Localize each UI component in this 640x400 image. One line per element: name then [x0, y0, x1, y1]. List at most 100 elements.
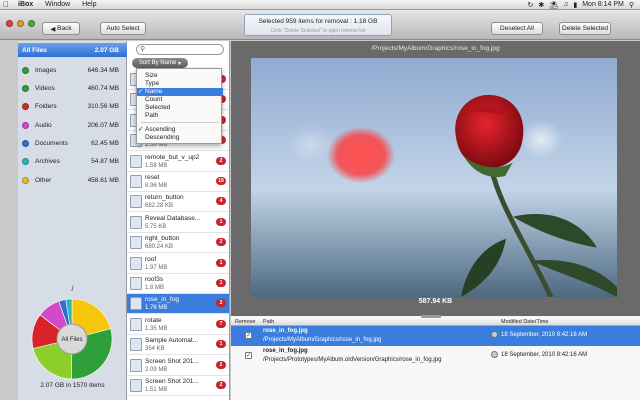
- checkmark-icon: ✓: [138, 88, 144, 95]
- column-modified[interactable]: Modified Date/Time: [501, 319, 548, 325]
- list-item[interactable]: return_button 682.28 KB 4: [127, 192, 229, 213]
- list-item[interactable]: Screen Shot 201... 2.09 MB 2: [127, 356, 229, 376]
- preview-file-size: 587.94 KB: [418, 298, 453, 305]
- delete-selected-button[interactable]: Delete Selected: [559, 22, 611, 35]
- sort-menu-label: Descending: [145, 134, 180, 141]
- pie-caption: /: [71, 286, 74, 293]
- search-icon: ⚲: [140, 46, 146, 53]
- category-documents[interactable]: Documents 62.45 MB: [18, 136, 127, 150]
- sort-menu-item-selected[interactable]: Selected: [137, 104, 223, 112]
- file-name: Screen Shot 201...: [145, 357, 199, 365]
- green-dot-icon: [22, 84, 29, 92]
- category-all-files[interactable]: All Files 2.07 GB: [18, 43, 127, 57]
- spotlight-icon[interactable]: ⚲: [629, 1, 634, 9]
- list-item[interactable]: rotate 1.35 MB 7: [127, 315, 229, 335]
- deselect-all-button[interactable]: Deselect All: [491, 22, 543, 35]
- preview-image[interactable]: [251, 58, 617, 297]
- close-window-icon[interactable]: [6, 20, 13, 27]
- list-item[interactable]: remote_but_v_up2 1.58 MB 2: [127, 152, 229, 172]
- file-size: 354 KB: [145, 346, 165, 353]
- magnifier-icon[interactable]: [491, 331, 498, 338]
- duplicates-table: Remove Path Modified Date/Time ✓ rose_in…: [231, 315, 640, 400]
- sort-menu-item-ascending[interactable]: ✓ Ascending: [137, 126, 223, 134]
- usage-footer: 2.07 GB in 1570 items: [40, 382, 105, 389]
- file-size: 682.28 KB: [145, 203, 174, 210]
- bluetooth-icon[interactable]: ✱: [538, 1, 544, 9]
- file-size: 8.96 MB: [145, 183, 168, 189]
- list-item[interactable]: reset 8.96 MB 19: [127, 172, 229, 192]
- file-name: rotate: [145, 316, 162, 324]
- volume-icon[interactable]: ♫: [563, 1, 568, 8]
- selection-summary: Selected 959 items for removal : 1.18 GB: [258, 18, 378, 25]
- menu-window[interactable]: Window: [39, 1, 76, 8]
- list-item[interactable]: roof3s 1.8 MB 1: [127, 274, 229, 294]
- back-button[interactable]: ◀ Back: [42, 22, 80, 35]
- sort-menu-item-descending[interactable]: Descending: [137, 134, 223, 142]
- list-item[interactable]: rose_in_fog 1.76 MB 2: [127, 294, 229, 315]
- column-path[interactable]: Path: [263, 319, 274, 325]
- list-item[interactable]: right_button 680.24 KB 2: [127, 233, 229, 254]
- sort-menu-label: Count: [145, 96, 163, 103]
- file-icon: [130, 175, 142, 188]
- column-remove[interactable]: Remove: [235, 319, 255, 325]
- sort-menu-item-name[interactable]: ✓ Name: [137, 88, 223, 96]
- selection-status[interactable]: Selected 959 items for removal : 1.18 GB…: [244, 14, 392, 36]
- category-label: Videos: [35, 84, 55, 92]
- blue-dot-icon: [22, 139, 29, 147]
- list-item[interactable]: roof 1.97 MB 1: [127, 254, 229, 274]
- file-name: reset: [145, 174, 160, 181]
- duplicate-count-badge: 2: [216, 238, 226, 247]
- green-dot-icon: [22, 66, 29, 74]
- sort-menu-label: Selected: [145, 104, 171, 111]
- category-label: Other: [35, 176, 52, 184]
- row-date: 18 September, 2010 8:42:16 AM: [501, 352, 588, 358]
- file-name: roof: [145, 255, 157, 263]
- sort-label: Sort By Name: [138, 60, 177, 66]
- sort-menu-item-size[interactable]: Size: [137, 72, 223, 80]
- file-icon: [130, 154, 142, 168]
- list-item[interactable]: Sample Automat... 354 KB 1: [127, 335, 229, 356]
- search-input[interactable]: ⚲: [136, 44, 224, 55]
- category-folders[interactable]: Folders 310.56 MB: [18, 99, 127, 113]
- menu-clock[interactable]: Mon 8:14 PM: [582, 1, 624, 8]
- magnifier-icon[interactable]: [491, 351, 498, 358]
- category-audio[interactable]: Audio 206.07 MB: [18, 118, 127, 132]
- category-label: All Files: [22, 46, 47, 54]
- zoom-window-icon[interactable]: [28, 20, 35, 27]
- sort-dropdown[interactable]: Sort By Name ▾: [132, 58, 188, 68]
- minimize-window-icon[interactable]: [17, 20, 24, 27]
- menu-app-name[interactable]: iBox: [12, 1, 39, 8]
- remove-checkbox[interactable]: ✓: [245, 332, 252, 339]
- category-size: 458.61 MB: [87, 176, 119, 184]
- category-videos[interactable]: Videos 460.74 MB: [18, 81, 127, 95]
- usage-pie-panel: / All Files 2.07 GB in 1570 items: [18, 280, 127, 400]
- usage-pie-chart[interactable]: All Files: [18, 294, 127, 384]
- menu-help[interactable]: Help: [76, 1, 102, 8]
- sort-menu-item-path[interactable]: Path: [137, 112, 223, 120]
- wifi-icon[interactable]: ⛱: [549, 1, 558, 9]
- list-item[interactable]: Reveal Database... 5.75 KB 1: [127, 213, 229, 233]
- category-size: 54.87 MB: [91, 157, 119, 165]
- menu-bar:  iBox Window Help ↻ ✱ ⛱ ♫ ▮ Mon 8:14 PM…: [0, 0, 640, 10]
- sync-icon[interactable]: ↻: [527, 1, 533, 9]
- sort-menu-item-count[interactable]: Count: [137, 96, 223, 104]
- battery-icon[interactable]: ▮: [573, 1, 577, 9]
- duplicate-count-badge: 2: [216, 156, 226, 165]
- apple-icon[interactable]: : [0, 0, 12, 9]
- category-images[interactable]: Images 646.34 MB: [18, 63, 127, 77]
- preview-panel: /Projects/MyAlbum/Graphics/rose_in_fog.j…: [231, 41, 640, 316]
- category-other[interactable]: Other 458.61 MB: [18, 173, 127, 187]
- category-label: Archives: [35, 157, 60, 165]
- auto-select-button[interactable]: Auto Select: [100, 22, 146, 35]
- list-item[interactable]: Screen Shot 201... 1.51 MB 2: [127, 376, 229, 396]
- file-icon: [130, 379, 142, 392]
- sort-menu-label: Name: [145, 88, 163, 95]
- remove-checkbox[interactable]: ✓: [245, 352, 252, 359]
- sort-menu-item-type[interactable]: Type: [137, 80, 223, 88]
- file-icon: [130, 195, 142, 209]
- category-label: Images: [35, 66, 57, 74]
- category-archives[interactable]: Archives 54.87 MB: [18, 154, 127, 168]
- table-row[interactable]: ✓ rose_in_fog.jpg /Projects/Prototypes/M…: [231, 346, 640, 366]
- table-row[interactable]: ✓ rose_in_fog.jpg /Projects/MyAlbum/Grap…: [231, 326, 640, 346]
- red-dot-icon: [22, 102, 29, 110]
